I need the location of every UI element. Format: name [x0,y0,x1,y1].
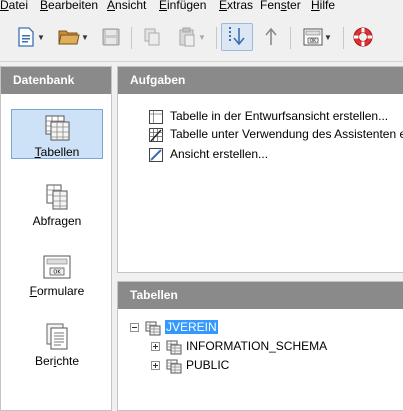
chevron-down-icon[interactable]: ▼ [81,33,89,42]
paste-button[interactable]: ▼ [170,23,212,51]
task-create-table-wizard[interactable]: Tabelle unter Verwendung des Assistenten… [148,126,403,142]
paste-icon [179,27,195,47]
task-label: Tabelle unter Verwendung des Assistenten… [170,127,403,141]
tree-node-public[interactable]: PUBLIC [151,356,229,374]
svg-text:OK: OK [53,270,61,276]
expand-icon[interactable] [151,361,160,371]
save-icon [102,28,120,46]
reports-icon [46,323,68,350]
collapse-icon[interactable] [130,323,139,333]
db-item-queries[interactable]: Abfragen [11,179,103,229]
task-label: Ansicht erstellen... [170,147,269,161]
db-item-forms[interactable]: OK Formulare [11,249,103,299]
menu-extras[interactable]: Extras [219,0,253,13]
help-lifebuoy-icon [353,27,373,47]
db-item-tables[interactable]: Tabellen [11,109,103,159]
view-icon [149,147,163,162]
tree-node-label: INFORMATION_SCHEMA [186,339,328,353]
schema-icon [166,359,182,374]
task-create-table-design[interactable]: Tabelle in der Entwurfsansicht erstellen… [148,108,388,124]
chevron-down-icon[interactable]: ▼ [37,33,45,42]
tree-node-label: PUBLIC [186,358,230,372]
save-button[interactable] [97,23,125,51]
db-item-forms-label: Formulare [29,284,85,298]
database-panel: Datenbank Tabellen Abfragen OK Formulare [0,66,112,411]
toolbar-separator [216,27,217,49]
expand-icon[interactable] [151,342,160,352]
toolbar: ▼ ▼ ▼ OK ▼ [0,15,403,62]
new-document-icon [18,27,34,47]
task-create-view[interactable]: Ansicht erstellen... [148,146,268,162]
tree-node-root[interactable]: JVEREIN [130,318,218,336]
sort-descending-icon [229,27,245,46]
schema-icon [166,340,182,355]
table-wizard-icon [149,127,163,142]
menu-datei[interactable]: Datei [0,0,28,13]
tasks-panel: Aufgaben Tabelle in der Entwurfsansicht … [117,66,403,273]
tables-panel: Tabellen JVEREIN INFORMATION_SCHEMA PUBL… [117,281,403,411]
sort-ascending-icon [265,27,277,45]
queries-icon [46,184,68,210]
db-item-reports[interactable]: Berichte [11,319,103,369]
copy-icon [144,28,160,46]
open-folder-icon [58,30,80,45]
task-label: Tabelle in der Entwurfsansicht erstellen… [170,109,389,123]
svg-text:OK: OK [310,38,316,43]
menu-fenster[interactable]: Fenster [260,0,301,13]
toolbar-separator [343,27,344,49]
sort-ascending-button[interactable] [257,23,285,51]
new-button[interactable]: ▼ [10,23,50,51]
tree-node-root-label: JVEREIN [165,320,218,334]
chevron-down-icon[interactable]: ▼ [324,33,332,42]
forms-icon: OK [43,255,71,279]
copy-button[interactable] [138,23,166,51]
form-icon: OK [303,28,323,46]
tables-panel-title: Tabellen [118,282,403,309]
menubar: Datei Bearbeiten Ansicht Einfügen Extras… [0,0,403,15]
tasks-panel-title: Aufgaben [118,67,403,94]
chevron-down-icon[interactable]: ▼ [198,33,206,42]
toolbar-separator [131,27,132,49]
menu-hilfe[interactable]: Hilfe [311,0,335,13]
sort-descending-button[interactable] [221,23,253,51]
open-button[interactable]: ▼ [52,23,94,51]
table-design-icon [149,109,163,124]
database-panel-title: Datenbank [1,67,111,94]
menu-bearbeiten[interactable]: Bearbeiten [40,0,98,13]
db-item-tables-label: Tabellen [34,145,80,159]
form-button[interactable]: OK ▼ [296,23,338,51]
help-button[interactable] [349,23,377,51]
menu-einfuegen[interactable]: Einfügen [159,0,206,13]
toolbar-separator [290,27,291,49]
menu-ansicht[interactable]: Ansicht [107,0,146,13]
tables-icon [45,115,70,141]
db-item-queries-label: Abfragen [32,214,82,228]
tree-node-information-schema[interactable]: INFORMATION_SCHEMA [151,337,327,355]
database-icon [145,321,161,336]
db-item-reports-label: Berichte [34,354,80,368]
